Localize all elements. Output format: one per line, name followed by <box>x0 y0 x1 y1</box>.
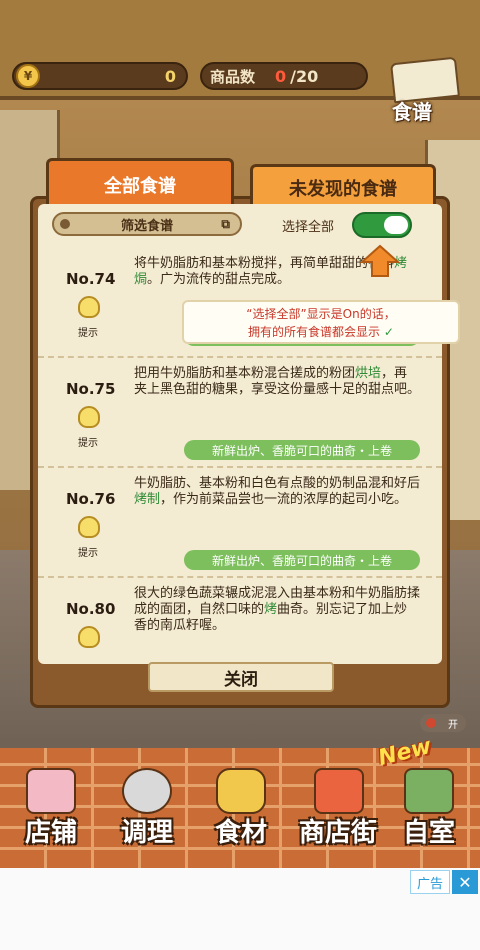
select-all-toggle[interactable] <box>352 212 412 238</box>
ad-label: 广告 <box>409 870 450 894</box>
recipe-category-tag: 新鲜出炉、香脆可口的曲奇・上卷 <box>184 440 420 460</box>
recipe-number: No.74 <box>66 270 116 288</box>
select-all-label: 选择全部 <box>282 220 335 235</box>
nav-room[interactable]: 自室 <box>384 754 474 864</box>
nav-cook[interactable]: 调理 <box>102 754 192 864</box>
recipe-number: No.80 <box>66 600 116 618</box>
coin-icon: ¥ <box>16 64 40 88</box>
ad-banner[interactable]: 广告 ✕ <box>0 868 480 950</box>
recipe-description: 很大的绿色蔬菜辗成泥混入由基本粉和牛奶脂肪揉成的面团，自然口味的烤曲奇。别忘记了… <box>134 586 421 633</box>
recipe-highlight: 烤 <box>264 602 278 617</box>
lightbulb-hint-icon[interactable] <box>78 516 100 538</box>
recipe-description: 把用牛奶脂肪和基本粉混合搓成的粉团烘培，再夹上黑色甜的糖果，享受这份量感十足的甜… <box>134 366 421 397</box>
recipe-book-button[interactable]: 食谱 <box>386 56 466 126</box>
item-count-total: /20 <box>290 66 319 86</box>
external-link-icon: ⧉ <box>221 216 230 231</box>
hint-label: 提示 <box>78 548 98 559</box>
recipe-item-76[interactable]: No.76 提示 牛奶脂肪、基本粉和白色有点酸的奶制品混和好后烤制，作为前菜品尝… <box>38 468 442 578</box>
lightbulb-hint-icon[interactable] <box>78 626 100 648</box>
check-icon: ✓ <box>383 325 394 339</box>
up-arrow-icon <box>360 244 400 277</box>
toggle-knob <box>384 216 408 234</box>
toggle-dot-icon <box>426 718 436 728</box>
nav-shop-label: 店铺 <box>24 818 77 848</box>
staff-room-icon <box>404 768 454 814</box>
item-count-label: 商品数 <box>210 67 256 86</box>
nav-ingredient-label: 食材 <box>214 818 267 848</box>
coin-counter: ¥ 0 <box>12 62 188 90</box>
hint-label: 提示 <box>78 438 98 449</box>
recipe-book-label: 食谱 <box>392 100 432 124</box>
cake-icon <box>26 768 76 814</box>
recipe-number: No.76 <box>66 490 116 508</box>
flour-sack-icon <box>216 768 266 814</box>
recipe-number: No.75 <box>66 380 116 398</box>
storefront-icon <box>314 768 364 814</box>
recipe-description: 牛奶脂肪、基本粉和白色有点酸的奶制品混和好后烤制，作为前菜品尝也一流的浓厚的起司… <box>134 476 421 507</box>
recipe-highlight: 烘培 <box>355 366 382 381</box>
close-button[interactable]: 关闭 <box>148 662 334 692</box>
small-toggle-switch[interactable]: 开 <box>420 714 466 732</box>
item-count-counter: 商品数 0 /20 <box>200 62 368 90</box>
nav-shopping-street[interactable]: 商店街 <box>288 754 388 864</box>
close-icon[interactable]: ✕ <box>452 870 478 894</box>
filter-recipes-button[interactable]: 筛选食谱 ⧉ <box>52 212 242 236</box>
hint-label: 提示 <box>78 328 98 339</box>
nav-room-label: 自室 <box>402 818 455 848</box>
nav-ingredient[interactable]: 食材 <box>196 754 286 864</box>
lightbulb-hint-icon[interactable] <box>78 406 100 428</box>
nav-shop[interactable]: 店铺 <box>6 754 96 864</box>
coin-value: 0 <box>164 66 176 86</box>
tooltip-line-1: “选择全部”显示是On的话， <box>246 307 396 321</box>
lightbulb-hint-icon[interactable] <box>78 296 100 318</box>
mixing-bowl-icon <box>122 768 172 814</box>
recipe-item-80[interactable]: No.80 很大的绿色蔬菜辗成泥混入由基本粉和牛奶脂肪揉成的面团，自然口味的烤曲… <box>38 578 442 664</box>
item-count-current: 0 <box>275 66 287 86</box>
tooltip-line-2: 拥有的所有食谱都会显示 <box>248 325 381 339</box>
recipe-item-75[interactable]: No.75 提示 把用牛奶脂肪和基本粉混合搓成的粉团烘培，再夹上黑色甜的糖果，享… <box>38 358 442 468</box>
small-toggle-label: 开 <box>448 719 458 731</box>
bottom-navigation: 店铺 调理 食材 商店街 自室 <box>0 748 480 868</box>
recipe-highlight: 烤制 <box>134 492 161 507</box>
filter-dot-icon <box>60 219 70 229</box>
recipe-category-tag: 新鲜出炉、香脆可口的曲奇・上卷 <box>184 550 420 570</box>
nav-cook-label: 调理 <box>120 818 173 848</box>
filter-recipes-label: 筛选食谱 <box>120 218 173 234</box>
nav-street-label: 商店街 <box>298 818 377 848</box>
select-all-tooltip: “选择全部”显示是On的话， 拥有的所有食谱都会显示 ✓ <box>182 300 460 344</box>
tab-undiscovered-recipes[interactable]: 未发现的食谱 <box>250 164 436 208</box>
tab-all-recipes[interactable]: 全部食谱 <box>46 158 234 208</box>
